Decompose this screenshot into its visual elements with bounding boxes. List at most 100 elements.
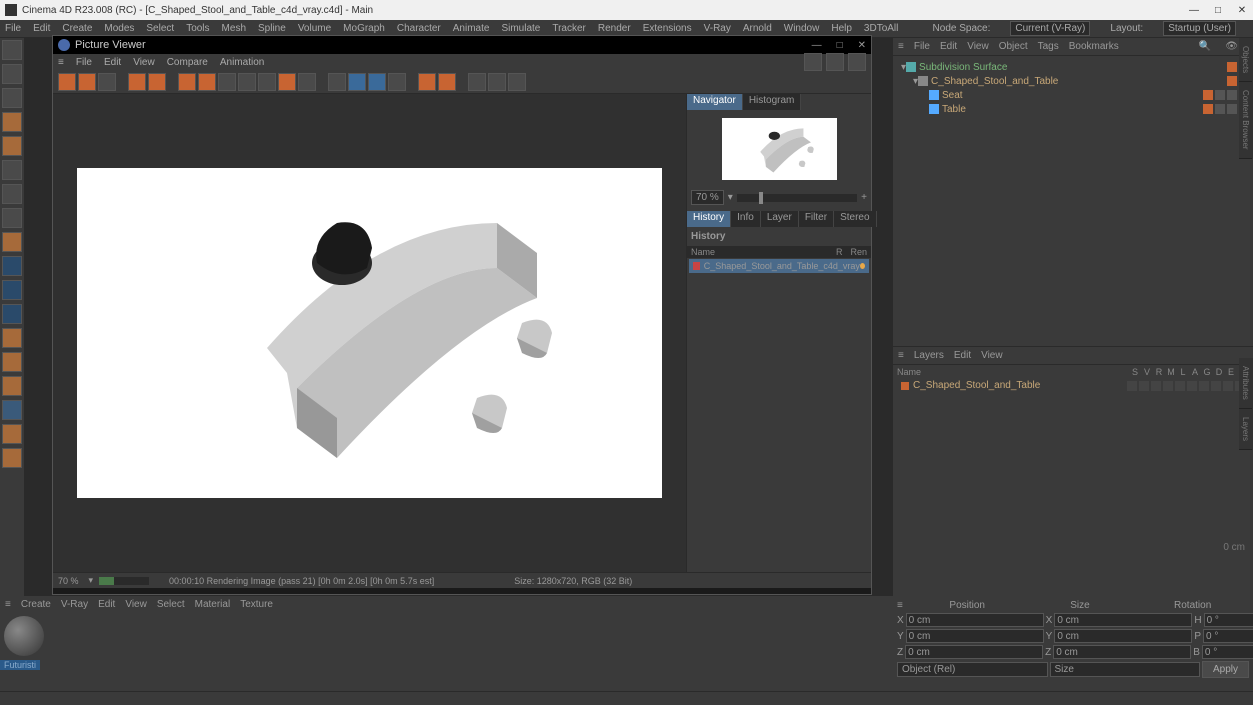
- position-y-input[interactable]: [906, 629, 1044, 643]
- close-button[interactable]: ✕: [1236, 5, 1248, 16]
- objects-menu-tags[interactable]: Tags: [1038, 41, 1059, 52]
- pv-multi-icon[interactable]: [218, 73, 236, 91]
- mat-menu-vray[interactable]: V-Ray: [61, 599, 88, 610]
- pv-zoom-slider[interactable]: [737, 194, 857, 202]
- mat-menu-edit[interactable]: Edit: [98, 599, 115, 610]
- menu-animate[interactable]: Animate: [453, 23, 490, 34]
- tag-icon[interactable]: [1227, 104, 1237, 114]
- layout-dropdown[interactable]: Startup (User): [1163, 21, 1236, 36]
- menu-character[interactable]: Character: [397, 23, 441, 34]
- menu-tracker[interactable]: Tracker: [552, 23, 586, 34]
- menu-arnold[interactable]: Arnold: [743, 23, 772, 34]
- misc-tool-icon[interactable]: [2, 424, 22, 444]
- menu-vray[interactable]: V-Ray: [704, 23, 731, 34]
- pv-pause-icon[interactable]: [298, 73, 316, 91]
- pv-tab-info[interactable]: Info: [731, 211, 761, 227]
- pv-b-icon[interactable]: [438, 73, 456, 91]
- pv-a-icon[interactable]: [418, 73, 436, 91]
- objects-menu-object[interactable]: Object: [999, 41, 1028, 52]
- layer-toggle-icon[interactable]: [1151, 381, 1161, 391]
- pv-zoom-value[interactable]: 70 %: [691, 190, 724, 205]
- maximize-button[interactable]: □: [1212, 5, 1224, 16]
- menu-simulate[interactable]: Simulate: [501, 23, 540, 34]
- camera-icon[interactable]: [2, 256, 22, 276]
- objects-menu-bookmarks[interactable]: Bookmarks: [1069, 41, 1119, 52]
- pv-tab-stereo[interactable]: Stereo: [834, 211, 876, 227]
- pv-tab-navigator[interactable]: Navigator: [687, 94, 743, 110]
- pv-stop-icon[interactable]: [278, 73, 296, 91]
- move-tool-icon[interactable]: [2, 88, 22, 108]
- cube-primitive-icon[interactable]: [2, 112, 22, 132]
- mat-burger-icon[interactable]: ≡: [5, 599, 11, 610]
- objects-menu-file[interactable]: File: [914, 41, 930, 52]
- eye-icon[interactable]: 👁: [1225, 41, 1238, 52]
- tree-item-name[interactable]: C_Shaped_Stool_and_Table: [931, 76, 1058, 87]
- pv-tab-layer[interactable]: Layer: [761, 211, 799, 227]
- light-icon[interactable]: [2, 280, 22, 300]
- pv-filter-icon[interactable]: [328, 73, 346, 91]
- render-view-icon[interactable]: [2, 352, 22, 372]
- pv-save-icon[interactable]: [78, 73, 96, 91]
- render-pv-icon[interactable]: [2, 376, 22, 396]
- vray-icon[interactable]: [2, 400, 22, 420]
- menu-window[interactable]: Window: [784, 23, 820, 34]
- tag-icon[interactable]: [1215, 104, 1225, 114]
- tag-icon[interactable]: [1227, 62, 1237, 72]
- pv-ab-icon[interactable]: [804, 53, 822, 71]
- layer-toggle-icon[interactable]: [1187, 381, 1197, 391]
- size-y-input[interactable]: [1054, 629, 1192, 643]
- pv-close-button[interactable]: ✕: [858, 40, 866, 51]
- layer-toggle-icon[interactable]: [1175, 381, 1185, 391]
- layers-burger-icon[interactable]: ≡: [898, 350, 904, 361]
- pv-grid1-icon[interactable]: [468, 73, 486, 91]
- menu-file[interactable]: File: [5, 23, 21, 34]
- live-selection-icon[interactable]: [2, 64, 22, 84]
- pv-titlebar[interactable]: Picture Viewer — □ ✕: [53, 36, 871, 54]
- objects-menu-edit[interactable]: Edit: [940, 41, 957, 52]
- tag-icon[interactable]: [1215, 90, 1225, 100]
- pv-menu-compare[interactable]: Compare: [167, 57, 208, 68]
- layer-toggle-icon[interactable]: [1163, 381, 1173, 391]
- minimize-button[interactable]: —: [1188, 5, 1200, 16]
- material-preview[interactable]: [4, 616, 44, 656]
- pv-tab-histogram[interactable]: Histogram: [743, 94, 802, 110]
- pv-settings-icon[interactable]: [826, 53, 844, 71]
- menu-edit[interactable]: Edit: [33, 23, 50, 34]
- layers-menu-layers[interactable]: Layers: [914, 350, 944, 361]
- menu-help[interactable]: Help: [831, 23, 852, 34]
- pv-burger-icon[interactable]: ≡: [58, 57, 64, 68]
- pv-tab-filter[interactable]: Filter: [799, 211, 834, 227]
- position-x-input[interactable]: [906, 613, 1044, 627]
- pv-zoom-plus-icon[interactable]: +: [861, 192, 867, 203]
- pv-menu-view[interactable]: View: [133, 57, 155, 68]
- tag-icon[interactable]: [1203, 104, 1213, 114]
- pv-menu-edit[interactable]: Edit: [104, 57, 121, 68]
- coord-size-mode-dropdown[interactable]: Size: [1050, 662, 1201, 677]
- layer-toggle-icon[interactable]: [1199, 381, 1209, 391]
- position-z-input[interactable]: [905, 645, 1043, 659]
- pv-tab-history[interactable]: History: [687, 211, 731, 227]
- menu-spline[interactable]: Spline: [258, 23, 286, 34]
- menu-volume[interactable]: Volume: [298, 23, 331, 34]
- floor-icon[interactable]: [2, 232, 22, 252]
- layer-toggle-icon[interactable]: [1127, 381, 1137, 391]
- menu-select[interactable]: Select: [146, 23, 174, 34]
- tree-item-name[interactable]: Subdivision Surface: [919, 62, 1007, 73]
- size-z-input[interactable]: [1053, 645, 1191, 659]
- rotation-p-input[interactable]: [1203, 629, 1253, 643]
- rotation-b-input[interactable]: [1202, 645, 1253, 659]
- pv-autofit-icon[interactable]: [348, 73, 366, 91]
- pv-grid3-icon[interactable]: [508, 73, 526, 91]
- render-settings-icon[interactable]: [2, 328, 22, 348]
- tree-row-seat[interactable]: Seat: [897, 88, 1249, 102]
- tree-row-table[interactable]: Table: [897, 102, 1249, 116]
- vtab-layers[interactable]: Layers: [1239, 409, 1252, 450]
- pv-single-icon[interactable]: [198, 73, 216, 91]
- menu-tools[interactable]: Tools: [186, 23, 209, 34]
- vtab-content[interactable]: Content Browser: [1239, 82, 1252, 159]
- scene-icon[interactable]: [2, 304, 22, 324]
- tree-row-subdivision[interactable]: ▾ Subdivision Surface: [897, 60, 1249, 74]
- mat-menu-view[interactable]: View: [125, 599, 147, 610]
- objects-menu-view[interactable]: View: [967, 41, 989, 52]
- pv-zoom-dropdown-icon[interactable]: ▾: [728, 192, 733, 203]
